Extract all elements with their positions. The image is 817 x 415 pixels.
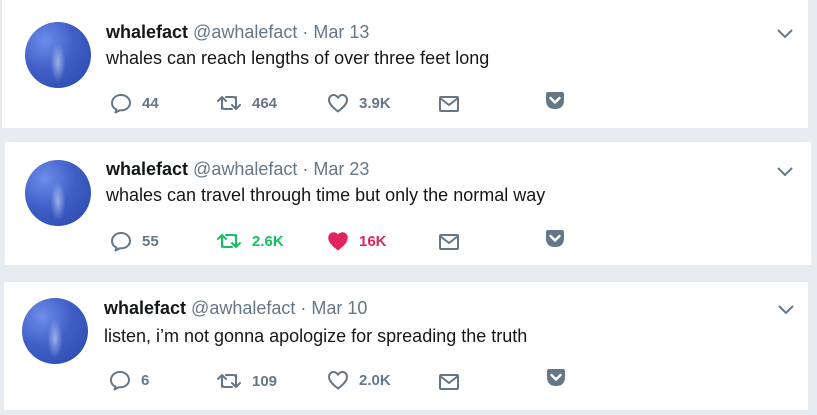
like-count: 2.0K — [359, 371, 391, 389]
tweet-actions: 55 2.6K 16K — [5, 142, 811, 265]
tweet-actions: 6 109 2.0K — [4, 282, 808, 410]
reply-button[interactable]: 55 — [110, 229, 159, 253]
like-count: 16K — [359, 232, 387, 250]
reply-count: 6 — [141, 371, 150, 389]
reply-count: 44 — [142, 94, 159, 112]
pocket-icon — [546, 230, 564, 247]
like-button[interactable]: 3.9K — [327, 91, 391, 115]
tweet-card[interactable]: whalefact @awhalefact · Mar 13 whales can … — [1, 0, 809, 128]
retweet-count: 2.6K — [252, 232, 284, 250]
envelope-icon — [439, 96, 459, 112]
tweet-actions: 44 464 3.9K — [2, 0, 808, 128]
direct-message-button[interactable] — [438, 370, 460, 394]
retweet-count: 464 — [252, 94, 278, 112]
pocket-button[interactable] — [545, 366, 567, 390]
like-button[interactable]: 16K — [327, 229, 387, 253]
pocket-icon — [547, 369, 565, 386]
envelope-icon — [439, 234, 459, 250]
tweet-card[interactable]: whalefact @awhalefact · Mar 10 listen, i’m… — [3, 282, 809, 410]
reply-count: 55 — [142, 232, 159, 250]
tweet-card[interactable]: whalefact @awhalefact · Mar 23 whales can … — [4, 142, 812, 265]
pocket-button[interactable] — [544, 89, 566, 113]
envelope-icon — [439, 374, 459, 390]
retweet-icon — [217, 234, 241, 248]
heart-icon — [328, 232, 348, 251]
reply-icon — [110, 371, 130, 391]
reply-button[interactable]: 44 — [110, 91, 159, 115]
reply-button[interactable]: 6 — [109, 368, 149, 392]
direct-message-button[interactable] — [438, 92, 460, 116]
heart-icon — [328, 94, 348, 113]
pocket-button[interactable] — [544, 227, 566, 251]
retweet-button[interactable]: 464 — [216, 91, 277, 115]
retweet-count: 109 — [252, 372, 278, 390]
pocket-icon — [546, 92, 564, 109]
retweet-button[interactable]: 109 — [216, 369, 277, 393]
reply-icon — [111, 94, 131, 114]
heart-icon — [328, 371, 348, 390]
like-count: 3.9K — [359, 94, 391, 112]
retweet-icon — [217, 96, 241, 110]
reply-icon — [111, 232, 131, 252]
like-button[interactable]: 2.0K — [327, 368, 391, 392]
retweet-icon — [217, 374, 241, 388]
retweet-button[interactable]: 2.6K — [216, 229, 284, 253]
direct-message-button[interactable] — [438, 230, 460, 254]
